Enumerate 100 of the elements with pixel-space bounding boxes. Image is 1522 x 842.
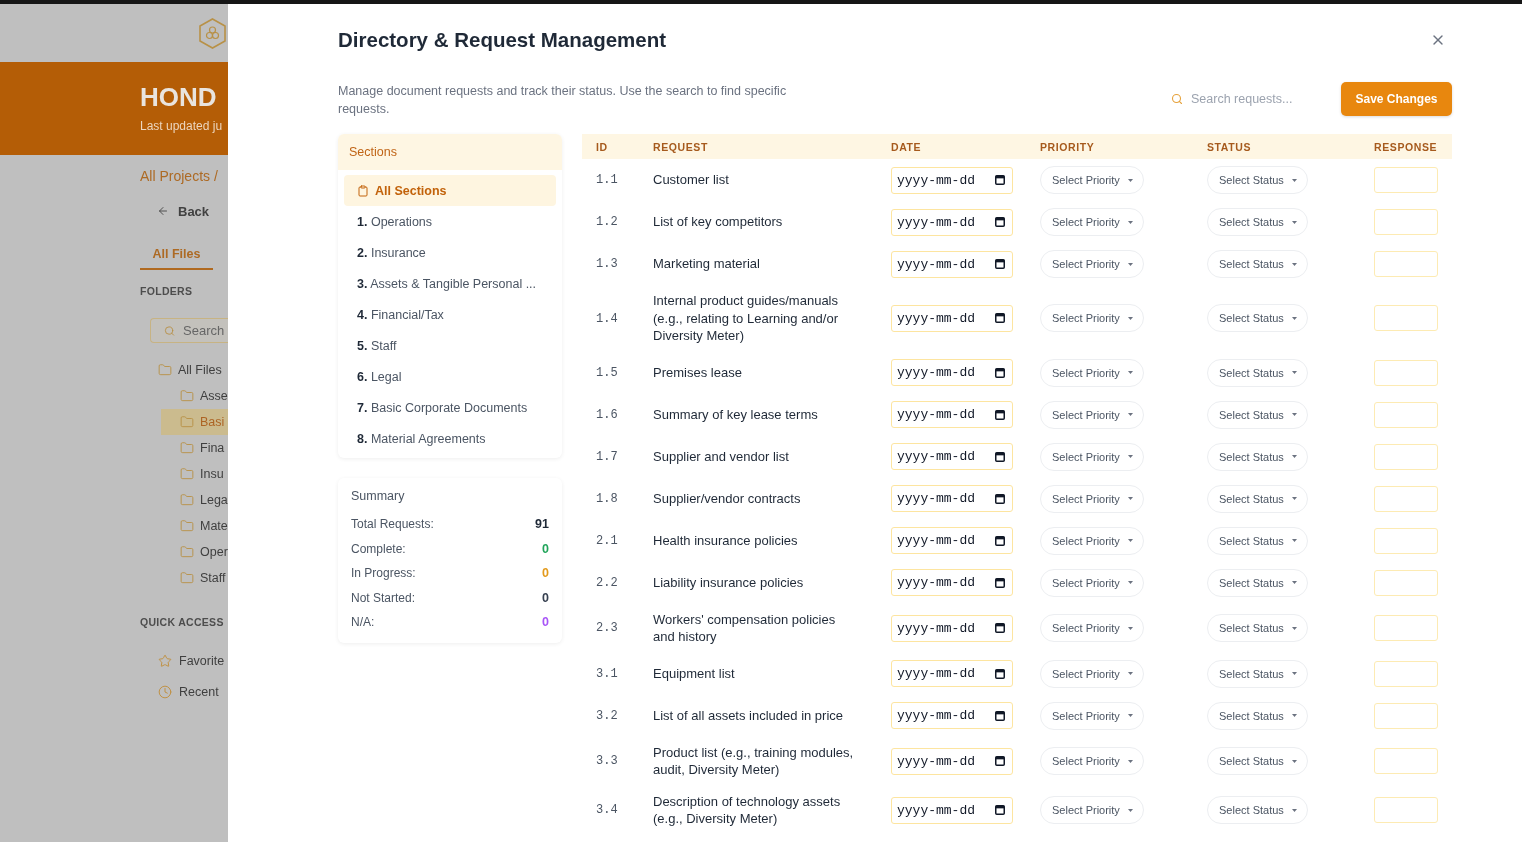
priority-select[interactable]: Select Priority	[1040, 358, 1144, 387]
status-select[interactable]: Select Status	[1207, 400, 1308, 429]
section-item[interactable]: 5. Staff	[344, 330, 556, 361]
status-select[interactable]: Select Status	[1207, 614, 1308, 642]
column-header: STATUS	[1197, 134, 1364, 159]
priority-select[interactable]: Select Priority	[1040, 400, 1144, 429]
priority-select[interactable]: Select Priority	[1040, 568, 1144, 597]
response-field[interactable]	[1374, 527, 1438, 554]
response-field[interactable]	[1374, 702, 1438, 729]
calendar-icon[interactable]	[995, 175, 1005, 185]
calendar-icon[interactable]	[995, 577, 1005, 588]
priority-select[interactable]: Select Priority	[1040, 614, 1144, 642]
section-item[interactable]: 4. Financial/Tax	[344, 299, 556, 330]
date-field[interactable]: yyyy-mm-dd	[891, 702, 1013, 729]
status-select[interactable]: Select Status	[1207, 250, 1308, 278]
priority-select[interactable]: Select Priority	[1040, 701, 1144, 730]
status-select[interactable]: Select Status	[1207, 701, 1308, 730]
calendar-icon[interactable]	[995, 668, 1005, 679]
folder-item[interactable]: All Files	[140, 357, 228, 383]
priority-select[interactable]: Select Priority	[1040, 250, 1144, 278]
section-item[interactable]: 6. Legal	[344, 361, 556, 392]
date-field[interactable]: yyyy-mm-dd	[891, 796, 1013, 824]
response-field[interactable]	[1374, 615, 1438, 641]
status-select[interactable]: Select Status	[1207, 208, 1308, 236]
back-button[interactable]: Back	[154, 202, 213, 220]
date-field[interactable]: yyyy-mm-dd	[891, 304, 1013, 332]
folder-item[interactable]: Fina	[161, 435, 228, 461]
response-field[interactable]	[1374, 569, 1438, 596]
calendar-icon[interactable]	[995, 409, 1005, 420]
calendar-icon[interactable]	[995, 493, 1005, 504]
date-field[interactable]: yyyy-mm-dd	[891, 208, 1013, 236]
calendar-icon[interactable]	[995, 805, 1005, 815]
folder-item[interactable]: Oper	[161, 539, 228, 565]
status-select[interactable]: Select Status	[1207, 526, 1308, 555]
folder-search-field[interactable]: Search	[150, 318, 228, 343]
date-field[interactable]: yyyy-mm-dd	[891, 614, 1013, 642]
calendar-icon[interactable]	[995, 217, 1005, 227]
status-select[interactable]: Select Status	[1207, 747, 1308, 775]
folder-item[interactable]: Lega	[161, 487, 228, 513]
status-select[interactable]: Select Status	[1207, 796, 1308, 824]
calendar-icon[interactable]	[995, 259, 1005, 269]
priority-select[interactable]: Select Priority	[1040, 442, 1144, 471]
date-field[interactable]: yyyy-mm-dd	[891, 443, 1013, 470]
section-item[interactable]: 2. Insurance	[344, 237, 556, 268]
date-field[interactable]: yyyy-mm-dd	[891, 485, 1013, 512]
calendar-icon[interactable]	[995, 710, 1005, 721]
date-field[interactable]: yyyy-mm-dd	[891, 359, 1013, 386]
priority-select[interactable]: Select Priority	[1040, 304, 1144, 333]
calendar-icon[interactable]	[995, 535, 1005, 546]
calendar-icon[interactable]	[995, 756, 1005, 766]
status-select[interactable]: Select Status	[1207, 484, 1308, 513]
calendar-icon[interactable]	[995, 367, 1005, 378]
folder-item[interactable]: Mate	[161, 513, 228, 539]
priority-select[interactable]: Select Priority	[1040, 484, 1144, 513]
priority-select[interactable]: Select Priority	[1040, 747, 1144, 775]
status-select[interactable]: Select Status	[1207, 166, 1308, 194]
caret-icon	[1291, 539, 1297, 542]
response-field[interactable]	[1374, 401, 1438, 428]
status-select[interactable]: Select Status	[1207, 304, 1308, 333]
status-select[interactable]: Select Status	[1207, 358, 1308, 387]
folder-icon	[180, 545, 194, 559]
section-item[interactable]: 8. Material Agreements	[344, 423, 556, 454]
date-field[interactable]: yyyy-mm-dd	[891, 569, 1013, 596]
date-field[interactable]: yyyy-mm-dd	[891, 527, 1013, 554]
response-field[interactable]	[1374, 305, 1438, 332]
calendar-icon[interactable]	[995, 451, 1005, 462]
response-field[interactable]	[1374, 167, 1438, 193]
status-select[interactable]: Select Status	[1207, 442, 1308, 471]
quick-access-item[interactable]: Recent	[140, 676, 225, 707]
section-item[interactable]: All Sections	[344, 175, 556, 206]
date-field[interactable]: yyyy-mm-dd	[891, 747, 1013, 775]
response-field[interactable]	[1374, 797, 1438, 823]
date-field[interactable]: yyyy-mm-dd	[891, 401, 1013, 428]
priority-select[interactable]: Select Priority	[1040, 166, 1144, 194]
date-field[interactable]: yyyy-mm-dd	[891, 660, 1013, 687]
folder-item[interactable]: Asse	[161, 383, 228, 409]
section-item[interactable]: 1. Operations	[344, 206, 556, 237]
section-item[interactable]: 3. Assets & Tangible Personal ...	[344, 268, 556, 299]
folder-item[interactable]: Staff	[161, 565, 228, 591]
date-field[interactable]: yyyy-mm-dd	[891, 250, 1013, 278]
priority-select[interactable]: Select Priority	[1040, 796, 1144, 824]
response-field[interactable]	[1374, 748, 1438, 774]
response-field[interactable]	[1374, 660, 1438, 687]
response-field[interactable]	[1374, 359, 1438, 386]
date-field[interactable]: yyyy-mm-dd	[891, 166, 1013, 194]
calendar-icon[interactable]	[995, 313, 1005, 324]
priority-select[interactable]: Select Priority	[1040, 208, 1144, 236]
section-item[interactable]: 7. Basic Corporate Documents	[344, 392, 556, 423]
response-field[interactable]	[1374, 209, 1438, 235]
caret-icon	[1291, 262, 1297, 266]
priority-select[interactable]: Select Priority	[1040, 659, 1144, 688]
calendar-icon[interactable]	[995, 623, 1005, 633]
status-select[interactable]: Select Status	[1207, 568, 1308, 597]
status-select[interactable]: Select Status	[1207, 659, 1308, 688]
response-field[interactable]	[1374, 485, 1438, 512]
quick-access-item[interactable]: Favorite	[140, 645, 225, 676]
response-field[interactable]	[1374, 443, 1438, 470]
response-field[interactable]	[1374, 251, 1438, 277]
priority-select[interactable]: Select Priority	[1040, 526, 1144, 555]
folder-item[interactable]: Insu	[161, 461, 228, 487]
